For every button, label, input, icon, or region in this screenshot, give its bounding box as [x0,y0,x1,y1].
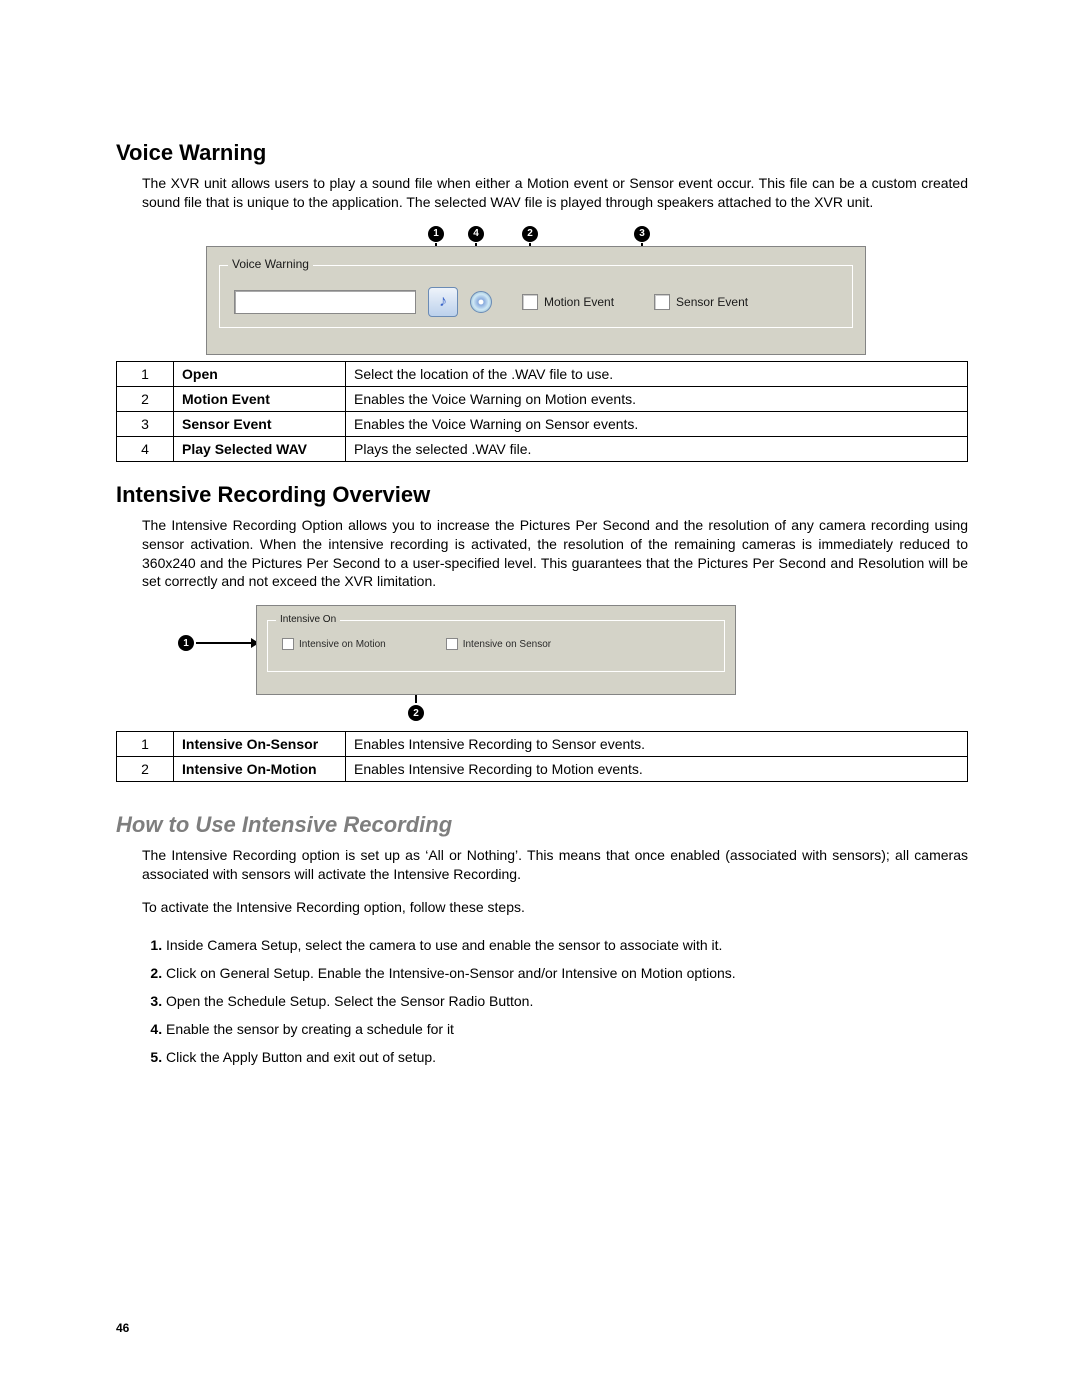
voice-warning-heading: Voice Warning [116,140,968,166]
callout-1: 1 [428,226,444,242]
callout-2: 2 [522,226,538,242]
open-file-button[interactable]: ♪ [428,287,458,317]
table-row: 1OpenSelect the location of the .WAV fil… [117,361,968,386]
wav-path-input[interactable] [234,290,416,314]
intensive-on-sensor-label: Intensive on Sensor [463,639,551,650]
voice-warning-paragraph: The XVR unit allows users to play a soun… [142,174,968,212]
table-row: 2Motion EventEnables the Voice Warning o… [117,386,968,411]
table-row: 1Intensive On-SensorEnables Intensive Re… [117,732,968,757]
intensive-diagram: 1 2 Intensive On Intensive on Motion Int… [178,605,968,725]
list-item: Click on General Setup. Enable the Inten… [166,959,968,987]
motion-event-label: Motion Event [544,295,614,309]
groupbox-title: Intensive On [276,614,340,625]
arrow-icon [196,642,258,644]
table-row: 2Intensive On-MotionEnables Intensive Re… [117,757,968,782]
groupbox-title: Voice Warning [228,257,313,271]
howto-paragraph-1: The Intensive Recording option is set up… [142,846,968,884]
checkbox-icon [522,294,538,310]
callout-2: 2 [408,705,424,721]
voice-warning-table: 1OpenSelect the location of the .WAV fil… [116,361,968,462]
intensive-panel: Intensive On Intensive on Motion Intensi… [256,605,736,695]
page-number: 46 [116,1321,129,1335]
list-item: Open the Schedule Setup. Select the Sens… [166,987,968,1015]
list-item: Click the Apply Button and exit out of s… [166,1043,968,1071]
callout-4: 4 [468,226,484,242]
play-wav-button[interactable] [470,291,492,313]
intensive-on-motion-checkbox[interactable]: Intensive on Motion [282,638,386,650]
sensor-event-checkbox[interactable]: Sensor Event [654,294,748,310]
intensive-heading: Intensive Recording Overview [116,482,968,508]
checkbox-icon [446,638,458,650]
checkbox-icon [654,294,670,310]
music-note-icon: ♪ [439,293,447,311]
intensive-table: 1Intensive On-SensorEnables Intensive Re… [116,731,968,782]
list-item: Enable the sensor by creating a schedule… [166,1015,968,1043]
table-row: 4Play Selected WAVPlays the selected .WA… [117,436,968,461]
list-item: Inside Camera Setup, select the camera t… [166,931,968,959]
intensive-on-motion-label: Intensive on Motion [299,639,386,650]
callout-3: 3 [634,226,650,242]
sensor-event-label: Sensor Event [676,295,748,309]
callout-1: 1 [178,635,194,651]
voice-warning-panel: Voice Warning ♪ Motion Event S [206,246,866,355]
voice-warning-diagram: 1 4 2 3 Voice Warning ♪ Mot [206,226,866,355]
table-row: 3Sensor EventEnables the Voice Warning o… [117,411,968,436]
intensive-paragraph: The Intensive Recording Option allows yo… [142,516,968,592]
intensive-on-sensor-checkbox[interactable]: Intensive on Sensor [446,638,551,650]
motion-event-checkbox[interactable]: Motion Event [522,294,614,310]
checkbox-icon [282,638,294,650]
howto-steps: Inside Camera Setup, select the camera t… [142,931,968,1071]
howto-paragraph-2: To activate the Intensive Recording opti… [142,898,968,917]
howto-heading: How to Use Intensive Recording [116,812,968,838]
